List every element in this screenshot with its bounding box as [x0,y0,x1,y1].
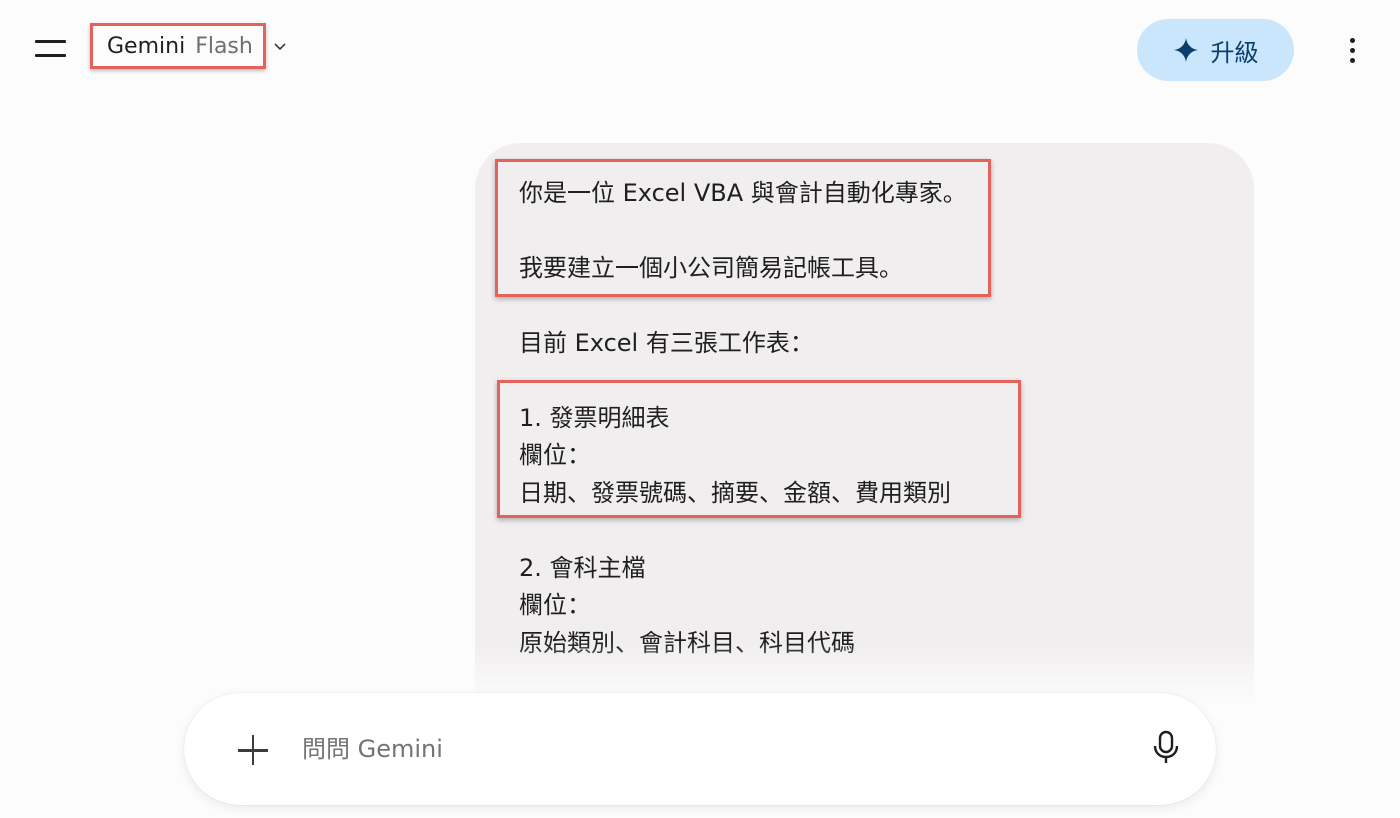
upgrade-label: 升級 [1210,38,1259,67]
highlight-box [497,380,1021,518]
prompt-input[interactable] [300,723,1124,775]
user-message-bubble: 你是一位 Excel VBA 與會計自動化專家。 我要建立一個小公司簡易記帳工具… [475,143,1254,703]
chevron-down-icon[interactable] [272,38,288,54]
highlight-box [495,159,991,297]
plus-icon[interactable] [228,727,276,775]
model-variant: Flash [195,33,253,59]
message-line: 欄位： [519,591,591,619]
prompt-bar [184,693,1216,805]
upgrade-button[interactable]: 升級 [1137,19,1294,81]
spark-icon [1173,38,1198,62]
gemini-chat-page: Gemini Flash 升級 你是一位 Excel VBA 與會計自動化專家。… [0,0,1400,818]
model-name: Gemini [107,33,186,59]
more-vert-icon[interactable] [1334,30,1372,70]
message-line: 2. 會科主檔 [519,554,646,582]
mic-icon[interactable] [1147,727,1185,767]
message-line: 目前 Excel 有三張工作表： [519,329,814,357]
model-picker[interactable]: Gemini Flash [90,21,288,71]
model-name-highlight: Gemini Flash [90,23,266,69]
menu-icon[interactable] [26,29,74,69]
